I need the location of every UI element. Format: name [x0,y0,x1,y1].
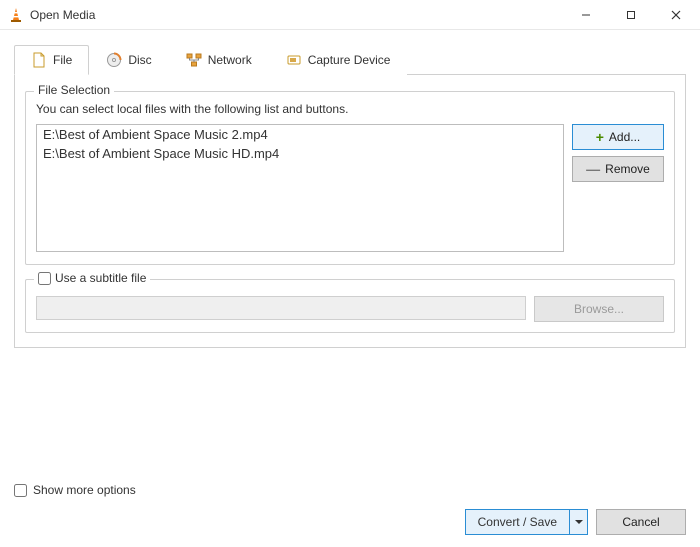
disc-icon [106,52,122,68]
remove-button-label: Remove [605,162,650,176]
chevron-down-icon [575,518,583,526]
plus-icon: + [596,130,604,144]
add-button[interactable]: + Add... [572,124,664,150]
titlebar: Open Media [0,0,700,30]
tab-file[interactable]: File [14,45,89,75]
show-more-options-checkbox[interactable] [14,484,27,497]
convert-save-dropdown[interactable] [570,509,588,535]
window-title: Open Media [30,8,563,22]
use-subtitle-label: Use a subtitle file [55,271,146,285]
file-list[interactable]: E:\Best of Ambient Space Music 2.mp4 E:\… [36,124,564,252]
capture-device-icon [286,52,302,68]
tab-network[interactable]: Network [169,45,269,75]
convert-save-button[interactable]: Convert / Save [465,509,588,535]
file-icon [31,52,47,68]
file-selection-hint: You can select local files with the foll… [36,102,664,116]
source-tabs: File Disc Network Capture Device [14,44,686,75]
show-more-options-label: Show more options [33,483,136,497]
file-selection-group: File Selection You can select local file… [25,91,675,265]
tab-disc[interactable]: Disc [89,45,168,75]
minimize-button[interactable] [563,0,608,30]
file-panel: File Selection You can select local file… [14,75,686,348]
cancel-button[interactable]: Cancel [596,509,686,535]
subtitle-path-input [36,296,526,320]
network-icon [186,52,202,68]
tab-label: Disc [128,53,151,67]
dialog-footer: Show more options Convert / Save Cancel [0,483,700,535]
browse-button: Browse... [534,296,664,322]
subtitle-group: Use a subtitle file Browse... [25,279,675,333]
use-subtitle-checkbox[interactable] [38,272,51,285]
tab-label: Capture Device [308,53,391,67]
close-button[interactable] [653,0,698,30]
convert-save-label[interactable]: Convert / Save [465,509,570,535]
vlc-cone-icon [8,7,24,23]
tab-label: File [53,53,72,67]
tab-label: Network [208,53,252,67]
window-controls [563,0,698,30]
tab-capture-device[interactable]: Capture Device [269,45,408,75]
remove-button[interactable]: — Remove [572,156,664,182]
browse-button-label: Browse... [574,302,624,316]
dialog-content: File Disc Network Capture Device File Se… [0,30,700,348]
file-selection-legend: File Selection [34,83,114,97]
add-button-label: Add... [609,130,640,144]
list-item[interactable]: E:\Best of Ambient Space Music HD.mp4 [37,144,563,163]
minus-icon: — [586,162,600,176]
cancel-button-label: Cancel [622,515,659,529]
maximize-button[interactable] [608,0,653,30]
list-item[interactable]: E:\Best of Ambient Space Music 2.mp4 [37,125,563,144]
